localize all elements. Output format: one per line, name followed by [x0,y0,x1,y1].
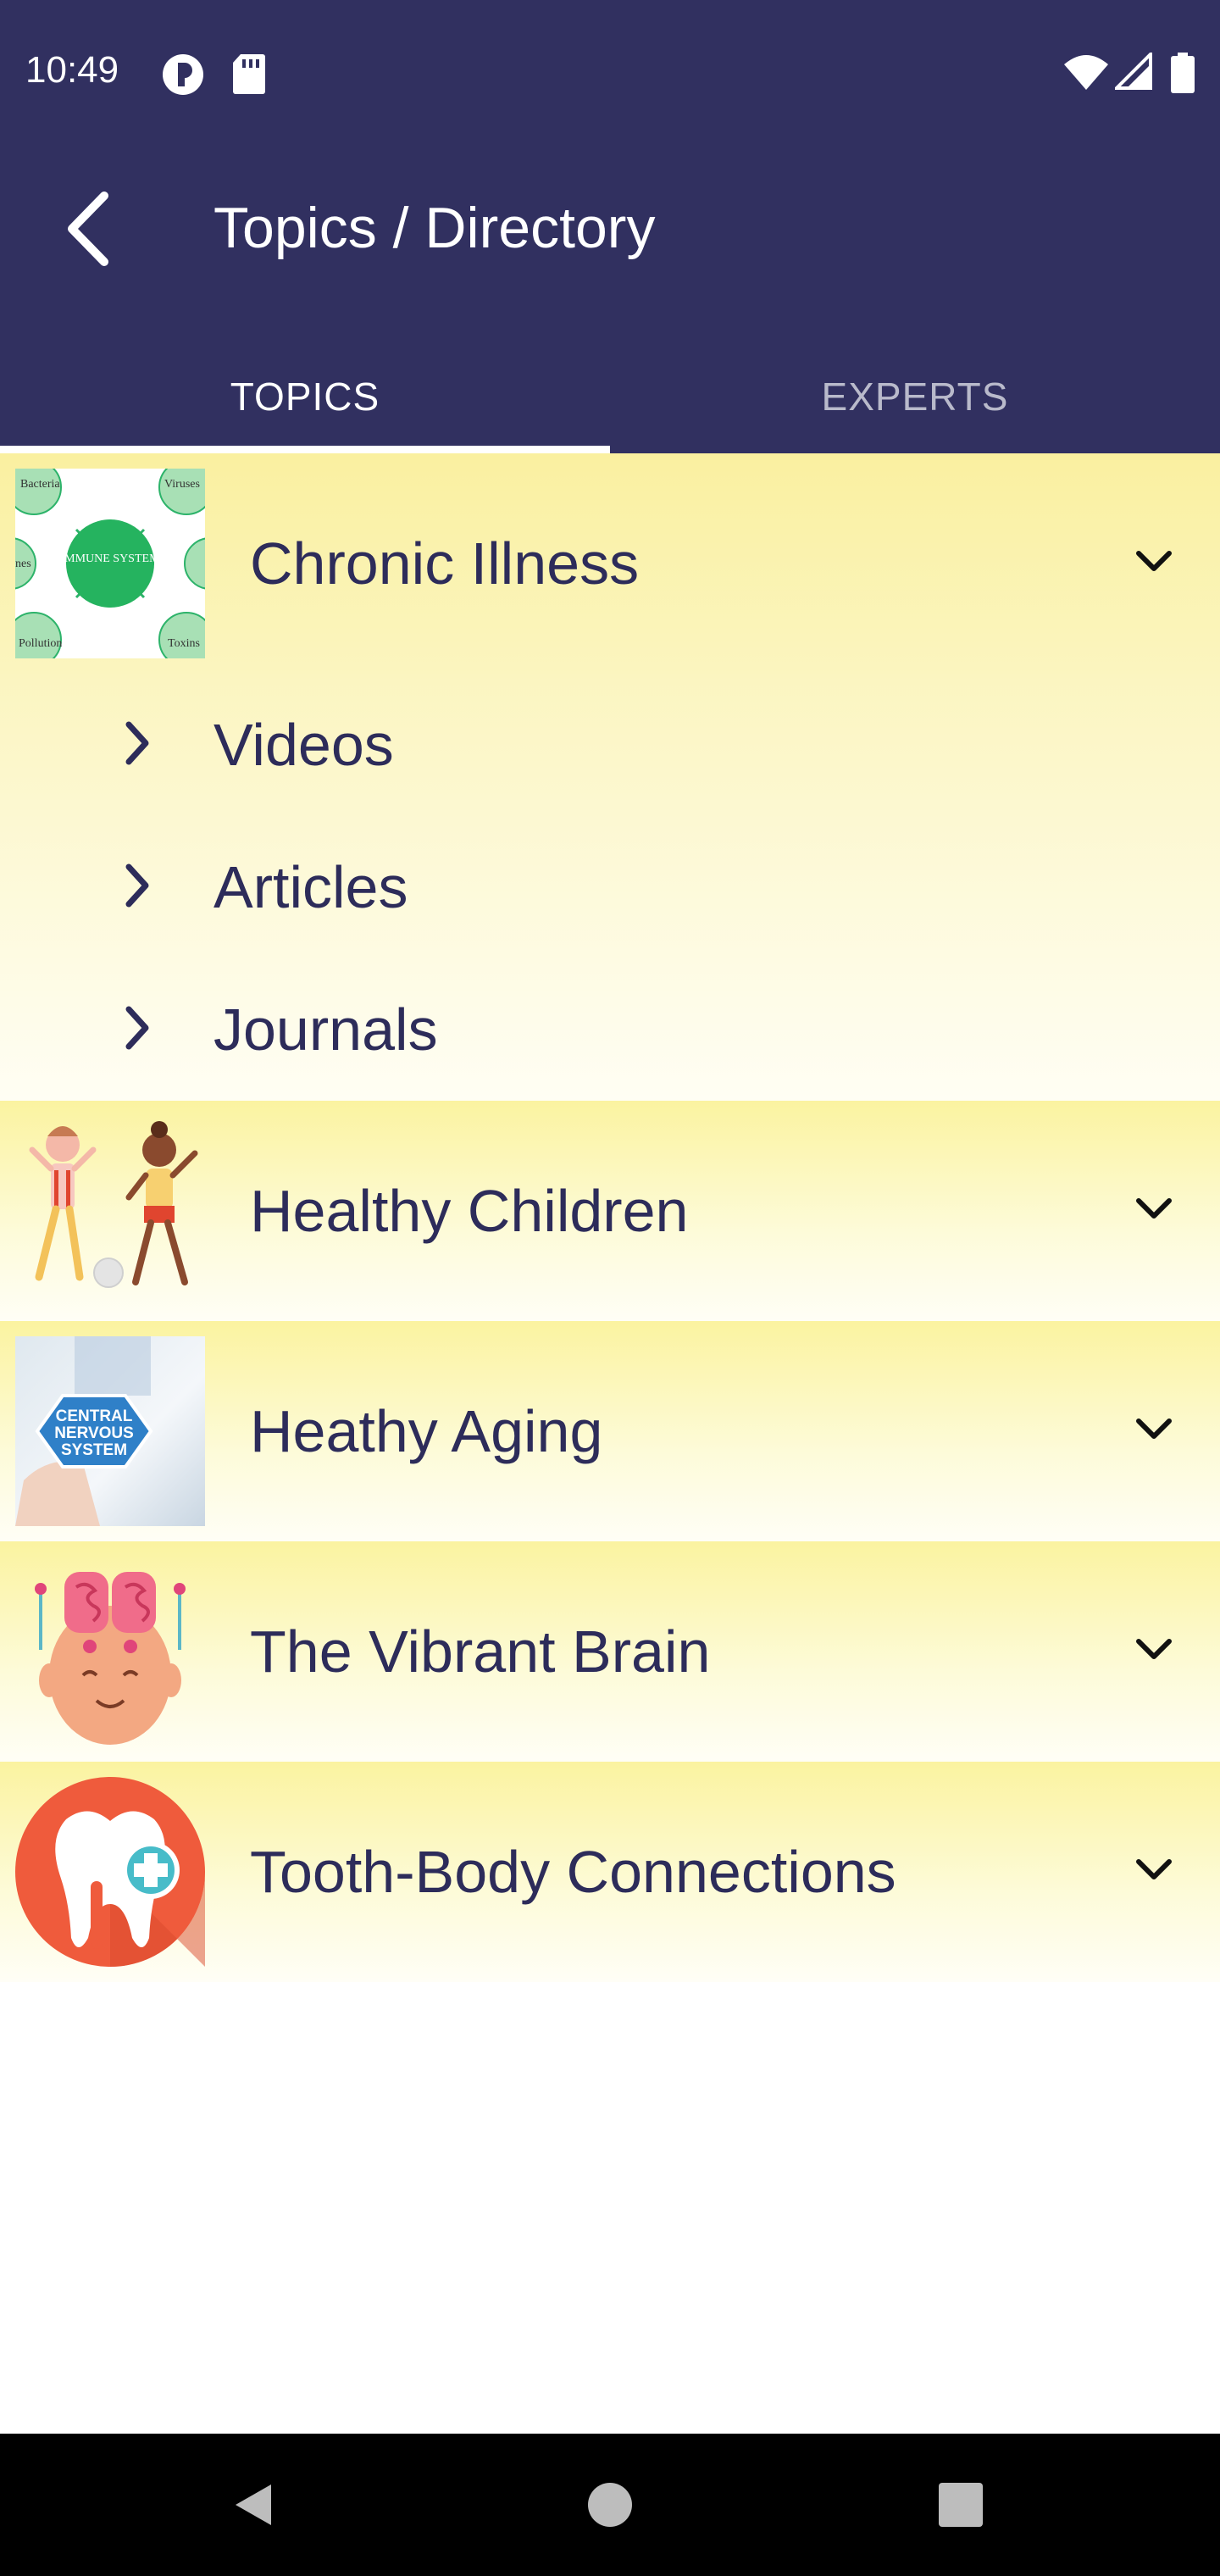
sub-item-articles[interactable]: Articles [0,816,1220,958]
topic-row-tooth-body-connections[interactable]: Tooth-Body Connections [0,1762,1220,1982]
viruses-label: Viruses [164,478,200,491]
nav-home-icon [588,2483,632,2527]
chevron-down-icon[interactable] [1130,1626,1178,1674]
tooth-body-connections-thumbnail [15,1777,205,1967]
app-header: 10:49 Topics / Directory TOPICS EXPERTS [0,0,1220,453]
sub-item-label: Journals [214,997,438,1063]
back-button[interactable] [42,178,136,280]
topic-row-chronic-illness[interactable]: IMMUNE SYSTEM Bacteria Viruses Pollution… [0,453,1220,674]
svg-text:NERVOUS: NERVOUS [54,1424,134,1442]
tab-topics[interactable]: TOPICS [0,339,610,453]
chevron-down-icon[interactable] [1130,1185,1178,1233]
chevron-down-icon[interactable] [1130,1406,1178,1453]
battery-icon [1171,53,1195,93]
sub-item-label: Articles [214,854,408,920]
the-vibrant-brain-thumbnail [15,1557,205,1746]
svg-text:CENTRAL: CENTRAL [56,1407,133,1425]
topics-list: IMMUNE SYSTEM Bacteria Viruses Pollution… [0,453,1220,1982]
pollution-label: Pollution [19,637,62,650]
chevron-down-icon[interactable] [1130,538,1178,586]
topic-label: Tooth-Body Connections [250,1839,896,1905]
chronic-illness-subitems: Videos Articles Journals [0,674,1220,1101]
topic-label: Chronic Illness [250,530,640,597]
topic-group-chronic-illness: IMMUNE SYSTEM Bacteria Viruses Pollution… [0,453,1220,1101]
topic-row-healthy-children[interactable]: Healthy Children [0,1101,1220,1321]
nav-back-icon [236,2484,271,2525]
sub-item-videos[interactable]: Videos [0,674,1220,816]
tooth-medical-image [15,1777,205,1967]
nav-recents-button[interactable] [927,2471,995,2539]
bacteria-label: Bacteria [20,478,60,491]
healthy-children-thumbnail [15,1116,205,1306]
topic-label: Healthy Children [250,1178,689,1244]
children-playing-image [29,1121,198,1288]
status-bar: 10:49 [0,0,1220,146]
toxins-label: Toxins [168,637,200,650]
genes-label: nes [15,558,31,570]
nav-home-button[interactable] [576,2471,644,2539]
tab-bar: TOPICS EXPERTS [0,339,1220,453]
back-arrow-icon [68,192,108,266]
wifi-icon [1064,55,1108,90]
tab-experts[interactable]: EXPERTS [610,339,1220,453]
topic-row-heathy-aging[interactable]: CENTRAL NERVOUS SYSTEM Heathy Aging [0,1321,1220,1541]
brain-head-image [35,1572,186,1745]
central-nervous-system-image: CENTRAL NERVOUS SYSTEM [15,1336,153,1526]
nav-recents-icon [939,2483,983,2527]
sd-card-icon [233,54,265,94]
nav-back-button[interactable] [220,2471,288,2539]
chevron-right-icon [125,721,149,765]
media-icon [163,54,203,95]
topic-label: Heathy Aging [250,1398,603,1464]
sub-item-label: Videos [214,712,394,778]
heathy-aging-thumbnail: CENTRAL NERVOUS SYSTEM [15,1336,205,1526]
sub-item-journals[interactable]: Journals [0,958,1220,1101]
immune-system-label: IMMUNE SYSTEM [60,552,160,565]
topic-row-the-vibrant-brain[interactable]: The Vibrant Brain [0,1541,1220,1762]
chevron-right-icon [125,863,149,908]
app-bar: Topics / Directory [0,146,1220,315]
immune-system-diagram-image: IMMUNE SYSTEM Bacteria Viruses Pollution… [15,469,205,658]
page-title: Topics / Directory [214,196,656,260]
cell-signal-icon [1115,53,1152,90]
topic-label: The Vibrant Brain [250,1618,711,1685]
svg-text:SYSTEM: SYSTEM [61,1441,127,1459]
status-time: 10:49 [25,49,119,91]
tab-indicator [0,446,610,453]
chronic-illness-thumbnail: IMMUNE SYSTEM Bacteria Viruses Pollution… [15,469,205,658]
system-nav-bar [0,2434,1220,2576]
chevron-right-icon [125,1006,149,1050]
chevron-down-icon[interactable] [1130,1846,1178,1894]
